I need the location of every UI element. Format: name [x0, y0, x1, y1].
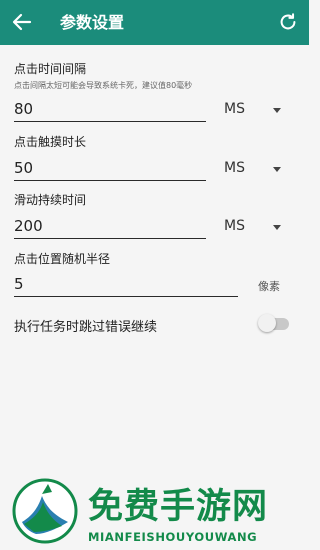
- click-interval-unit[interactable]: MS: [224, 101, 245, 117]
- touch-duration-unit[interactable]: MS: [224, 160, 245, 176]
- random-radius-unit: 像素: [258, 280, 280, 293]
- random-radius-label: 点击位置随机半径: [14, 252, 111, 266]
- touch-duration-input[interactable]: 50: [14, 156, 206, 181]
- refresh-icon[interactable]: [277, 11, 299, 33]
- click-interval-label: 点击时间间隔: [14, 62, 87, 76]
- chevron-down-icon[interactable]: [273, 167, 281, 172]
- swipe-duration-label: 滑动持续时间: [14, 193, 87, 207]
- watermark-cn: 免费手游网: [88, 486, 269, 527]
- touch-duration-label: 点击触摸时长: [14, 135, 87, 149]
- click-interval-hint: 点击间隔太短可能会导致系统卡死，建议值80毫秒: [14, 81, 193, 90]
- app-bar: 参数设置: [0, 0, 309, 45]
- arrow-left-icon[interactable]: [10, 10, 34, 34]
- chevron-down-icon[interactable]: [273, 225, 281, 230]
- swipe-duration-input[interactable]: 200: [14, 214, 206, 239]
- click-interval-input[interactable]: 80: [14, 97, 206, 122]
- page-title: 参数设置: [60, 13, 125, 32]
- skip-error-label: 执行任务时跳过错误继续: [14, 320, 158, 335]
- swipe-duration-unit[interactable]: MS: [224, 218, 245, 234]
- random-radius-input[interactable]: 5: [14, 272, 238, 297]
- skip-error-toggle-knob[interactable]: [258, 314, 276, 332]
- chevron-down-icon[interactable]: [273, 108, 281, 113]
- site-logo-icon: [12, 478, 78, 544]
- watermark-en: MIANFEISHOUYOUWANG: [88, 530, 258, 544]
- watermark: 免费手游网 MIANFEISHOUYOUWANG: [0, 470, 309, 550]
